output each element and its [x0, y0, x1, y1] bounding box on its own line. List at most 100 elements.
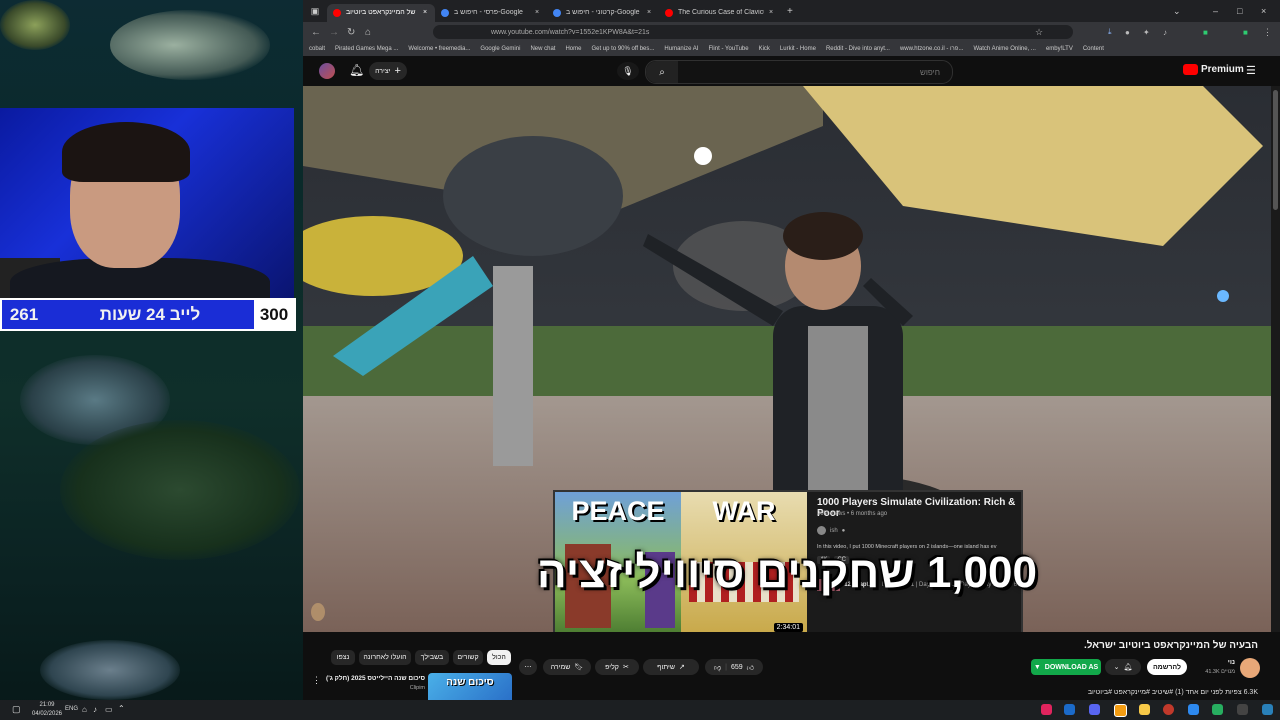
clock-date[interactable]: 04/02/2026	[26, 711, 68, 717]
profile-icon[interactable]: ●	[1125, 28, 1130, 37]
scissors-icon: ✂	[622, 664, 629, 671]
create-button[interactable]: יצירה +	[369, 62, 407, 80]
bookmark-item[interactable]: New chat	[530, 46, 555, 52]
new-tab-button[interactable]: +	[787, 6, 793, 17]
close-icon[interactable]: ×	[647, 9, 651, 16]
next-video-title[interactable]: סיכום שנה היילייטס 2025 (חלק ג')	[321, 675, 425, 682]
close-icon[interactable]: ×	[535, 9, 539, 16]
bookmark-item[interactable]: Content	[1083, 46, 1104, 52]
search-input[interactable]	[682, 63, 942, 81]
chip-watched[interactable]: נצפו	[331, 650, 355, 665]
notifications-dropdown[interactable]: ⌄ 🔔︎	[1105, 659, 1141, 675]
bookmark-item[interactable]: cobalt	[309, 46, 325, 52]
download-icon[interactable]: ⤓	[1108, 27, 1112, 37]
chrome-icon[interactable]	[1163, 704, 1174, 715]
bookmark-item[interactable]: Flint - YouTube	[708, 46, 748, 52]
extension-icon[interactable]: ■	[1243, 28, 1248, 37]
notification-icon[interactable]: ▢	[12, 704, 21, 715]
next-video-thumbnail[interactable]: סיכום שנה	[428, 673, 512, 700]
url-field[interactable]: www.youtube.com/watch?v=1552e1KPW8A&t=21…	[433, 25, 1073, 39]
close-icon[interactable]: ×	[769, 9, 773, 16]
maximize-button[interactable]: □	[1237, 6, 1242, 16]
bookmark-item[interactable]: Reddit - Dive into anyt...	[826, 46, 890, 52]
more-actions-button[interactable]: ⋯	[519, 659, 537, 675]
bookmark-item[interactable]: Humanize AI	[664, 46, 698, 52]
voice-search-icon[interactable]: 🎙︎	[617, 62, 639, 80]
scrollbar-thumb[interactable]	[1273, 90, 1278, 210]
bookmark-item[interactable]: Home	[565, 46, 581, 52]
next-video-channel[interactable]: Clipim	[321, 685, 425, 691]
chip-related[interactable]: קשורים	[453, 650, 483, 665]
bookmark-item[interactable]: Pirated Games Mega ...	[335, 46, 398, 52]
taskbar-app-icon[interactable]	[1041, 704, 1052, 715]
tab-clavicular[interactable]: The Curious Case of Clavicular ×	[659, 4, 781, 22]
close-icon[interactable]: ×	[423, 9, 427, 16]
tab-search-icon[interactable]: ⌄	[1173, 6, 1181, 17]
chip-for-you[interactable]: בשבילך	[415, 650, 449, 665]
share-button[interactable]: שיתוף ↗	[643, 659, 699, 675]
tab-google-1[interactable]: פרסי - חיפוש ב-Google ×	[435, 4, 547, 22]
bookmark-item[interactable]: Google Gemini	[480, 46, 520, 52]
like-count[interactable]: 659	[731, 664, 743, 671]
chip-recent[interactable]: הועלו לאחרונה	[359, 650, 411, 665]
taskbar-app-icon[interactable]	[1237, 704, 1248, 715]
tray-chevron-icon[interactable]: ⌃	[118, 704, 125, 713]
discord-icon[interactable]	[1089, 704, 1100, 715]
subscribe-label: להרשמה	[1152, 663, 1182, 671]
channel-avatar[interactable]	[1240, 658, 1260, 678]
steam-icon[interactable]	[1064, 704, 1075, 715]
taskbar-app-icon[interactable]	[1188, 704, 1199, 715]
start-icon[interactable]	[1262, 704, 1273, 715]
taskbar-app-icon[interactable]	[1114, 704, 1127, 717]
star-icon[interactable]: ☆	[1035, 27, 1043, 38]
bookmark-item[interactable]: emby!LTV	[1046, 46, 1073, 52]
back-icon[interactable]: ←	[311, 27, 321, 38]
tab-youtube[interactable]: הבעיה של המיינקראפט ביוטיוב ×	[327, 3, 435, 22]
download-button[interactable]: ▼ DOWNLOAD AS	[1031, 659, 1101, 675]
hamburger-menu-icon[interactable]: ☰	[1246, 64, 1256, 77]
bookmark-item[interactable]: Watch Anime Online, ...	[973, 46, 1035, 52]
youtube-logo[interactable]: Premium	[1183, 64, 1244, 75]
network-icon[interactable]: ⌂	[82, 705, 87, 714]
save-button[interactable]: שמירה 🔖︎	[543, 659, 591, 675]
reload-icon[interactable]: ↻	[347, 27, 355, 38]
page-scrollbar[interactable]	[1271, 86, 1280, 632]
bookmark-item[interactable]: www.htzone.co.il - פרו...	[900, 46, 963, 52]
like-icon[interactable]: 👍︎	[747, 663, 754, 672]
subscribe-button[interactable]: להרשמה	[1147, 659, 1187, 675]
search-icon[interactable]: ⌕	[646, 61, 678, 83]
avatar[interactable]	[319, 63, 335, 79]
tab-google-2[interactable]: קרטוני - חיפוש ב-Google ×	[547, 4, 659, 22]
bookmark-item[interactable]: Kick	[759, 46, 770, 52]
minimize-button[interactable]: –	[1213, 6, 1218, 16]
window-close-button[interactable]: ×	[1261, 6, 1266, 16]
dislike-icon[interactable]: 👎︎	[714, 663, 721, 672]
clock-time[interactable]: 21:09	[30, 702, 64, 708]
language-indicator[interactable]: ENG	[65, 706, 78, 712]
chip-all[interactable]: הכול	[487, 650, 511, 665]
bookmark-item[interactable]: Get up to 90% off bes...	[591, 46, 654, 52]
thumb-text: סיכום שנה	[446, 677, 494, 688]
file-explorer-icon[interactable]	[1139, 704, 1150, 715]
clip-button[interactable]: קליפ ✂	[595, 659, 639, 675]
battery-icon[interactable]: ▭	[105, 705, 113, 714]
preview-channel[interactable]: ish ●	[817, 526, 845, 535]
bookmark-item[interactable]: Welcome • freemedia...	[408, 46, 470, 52]
video-title: הבעיה של המיינקראפט ביוטיוב ישראל.	[1084, 640, 1258, 651]
volume-icon[interactable]: ♪	[93, 705, 97, 714]
extension-icon[interactable]: ■	[1203, 28, 1208, 37]
forward-icon[interactable]: →	[329, 27, 339, 38]
tab-label: קרטוני - חיפוש ב-Google	[566, 9, 640, 16]
extensions-icon[interactable]: ✦	[1143, 28, 1150, 37]
bookmark-item[interactable]: Lurkit - Home	[780, 46, 816, 52]
taskbar-app-icon[interactable]	[1212, 704, 1223, 715]
channel-name[interactable]: נוי	[1203, 659, 1235, 666]
volume-icon[interactable]: ♪	[1163, 28, 1167, 37]
menu-icon[interactable]: ⋮	[1263, 27, 1272, 38]
chevron-down-icon: ⌄	[1113, 664, 1120, 671]
bell-icon: 🔔︎	[1123, 664, 1133, 671]
tab-actions-icon[interactable]: ▣	[303, 6, 327, 17]
home-icon[interactable]: ⌂	[365, 27, 371, 38]
notifications-icon[interactable]: 🔔︎	[349, 63, 364, 77]
next-video-menu-icon[interactable]: ⋮	[312, 675, 321, 686]
